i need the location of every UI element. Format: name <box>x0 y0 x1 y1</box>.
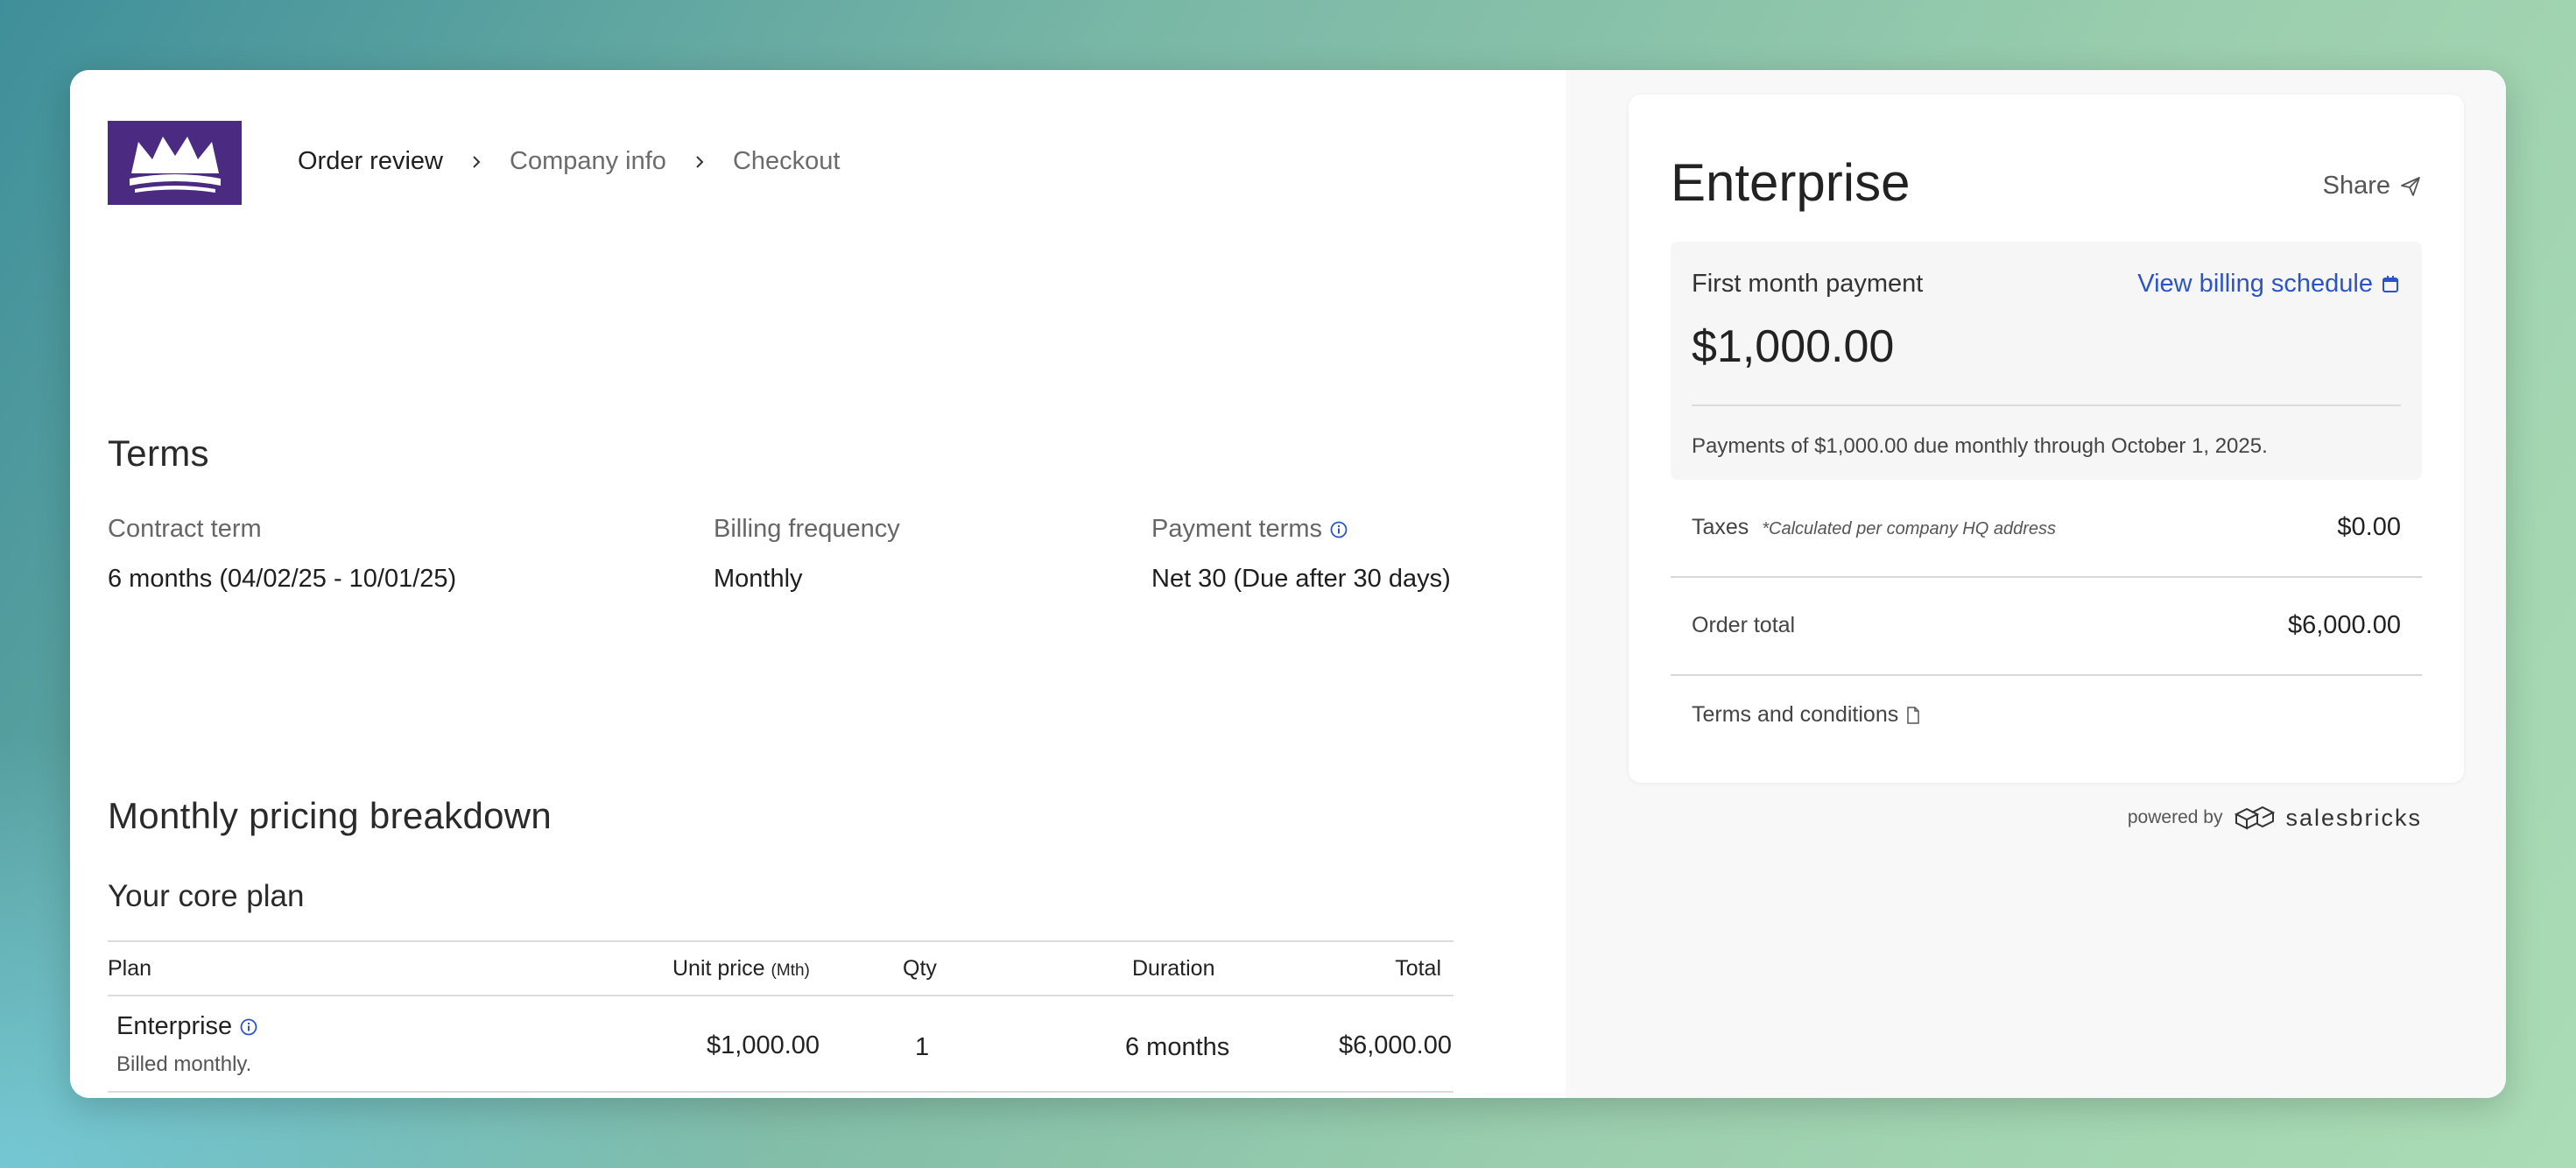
payment-terms-label: Payment terms <box>1151 515 1322 543</box>
table-row: Enterprise Billed monthly. $1,000.00 1 6… <box>108 995 1453 1093</box>
calendar-icon <box>2382 275 2398 292</box>
share-button[interactable]: Share <box>2323 172 2422 201</box>
taxes-note: *Calculated per company HQ address <box>1762 519 2056 538</box>
order-total-label: Order total <box>1692 613 1796 637</box>
checkout-card: Order review Company info Checkout Terms… <box>70 70 2506 1098</box>
col-unit-price: Unit price (Mth) <box>672 956 810 982</box>
terms-heading: Terms <box>108 433 209 474</box>
contract-term-label: Contract term <box>108 515 262 543</box>
terms-and-conditions-link[interactable]: Terms and conditions <box>1692 702 1921 728</box>
qty-cell: 1 <box>915 1033 930 1061</box>
view-billing-schedule-link[interactable]: View billing schedule <box>2137 270 2401 299</box>
send-icon <box>2401 176 2420 196</box>
breadcrumb-company-info[interactable]: Company info <box>510 147 666 176</box>
first-payment-amount: $1,000.00 <box>1692 321 1895 372</box>
info-icon[interactable] <box>239 1017 258 1037</box>
taxes-value: $0.00 <box>2337 513 2401 541</box>
col-unit-price-label: Unit price <box>672 956 765 981</box>
powered-by: powered by salesbricks <box>2128 804 2422 832</box>
payment-schedule-note: Payments of $1,000.00 due monthly throug… <box>1692 434 2268 458</box>
company-logo <box>108 121 242 205</box>
plan-cell: Enterprise <box>116 1012 258 1041</box>
duration-cell: 6 months <box>1125 1033 1230 1061</box>
info-icon[interactable] <box>1329 520 1348 539</box>
salesbricks-brand: salesbricks <box>2285 804 2422 831</box>
contract-term: Contract term 6 months (04/02/25 - 10/01… <box>108 515 456 594</box>
billing-frequency: Billing frequency Monthly <box>714 515 900 594</box>
view-billing-schedule-label: View billing schedule <box>2137 270 2373 298</box>
order-summary-card: Enterprise Share First month payment Vie… <box>1629 95 2464 783</box>
col-qty: Qty <box>903 956 937 981</box>
payment-terms: Payment terms Net 30 (Due after 30 days) <box>1151 515 1451 594</box>
col-duration: Duration <box>1132 956 1215 981</box>
col-total: Total <box>1395 956 1441 981</box>
contract-term-value: 6 months (04/02/25 - 10/01/25) <box>108 565 457 593</box>
first-payment-box: First month payment View billing schedul… <box>1671 242 2422 480</box>
powered-by-label: powered by <box>2127 807 2223 827</box>
order-summary-pane: Enterprise Share First month payment Vie… <box>1566 70 2506 1098</box>
chevron-right-icon <box>468 153 485 171</box>
payment-terms-value: Net 30 (Due after 30 days) <box>1151 565 1451 593</box>
billing-frequency-value: Monthly <box>714 565 803 593</box>
order-total-value: $6,000.00 <box>2287 611 2401 639</box>
breadcrumb: Order review Company info Checkout <box>298 147 840 176</box>
pricing-heading: Monthly pricing breakdown <box>108 795 553 836</box>
col-plan: Plan <box>108 956 152 981</box>
payment-terms-label-row: Payment terms <box>1151 515 1451 544</box>
terms-and-conditions-label: Terms and conditions <box>1692 702 1899 727</box>
taxes-label-group: Taxes *Calculated per company HQ address <box>1692 515 2056 540</box>
order-review-pane: Order review Company info Checkout Terms… <box>70 70 1566 1098</box>
billing-frequency-label: Billing frequency <box>714 515 900 543</box>
breadcrumb-order-review[interactable]: Order review <box>298 147 443 176</box>
divider <box>1692 405 2401 406</box>
crown-icon <box>129 137 221 193</box>
plan-name: Enterprise <box>116 1012 233 1040</box>
total-cell: $6,000.00 <box>1338 1031 1452 1059</box>
plan-title: Enterprise <box>1671 153 1911 212</box>
order-total-row: Order total $6,000.00 <box>1671 578 2422 676</box>
document-icon <box>1907 706 1919 724</box>
first-payment-label: First month payment <box>1692 270 1924 298</box>
unit-price-cell: $1,000.00 <box>707 1031 820 1059</box>
plan-note: Billed monthly. <box>116 1052 252 1076</box>
chevron-right-icon <box>691 153 708 171</box>
col-unit-price-suffix: (Mth) <box>771 961 810 980</box>
bricks-icon <box>2235 806 2276 830</box>
taxes-row: Taxes *Calculated per company HQ address… <box>1671 480 2422 578</box>
pricing-table: Plan Unit price (Mth) Qty Duration Total… <box>108 940 1453 1093</box>
taxes-label: Taxes <box>1692 515 1749 539</box>
table-header-row: Plan Unit price (Mth) Qty Duration Total <box>108 940 1453 995</box>
breadcrumb-checkout[interactable]: Checkout <box>733 147 841 176</box>
core-plan-heading: Your core plan <box>108 879 305 913</box>
share-label: Share <box>2322 172 2390 200</box>
